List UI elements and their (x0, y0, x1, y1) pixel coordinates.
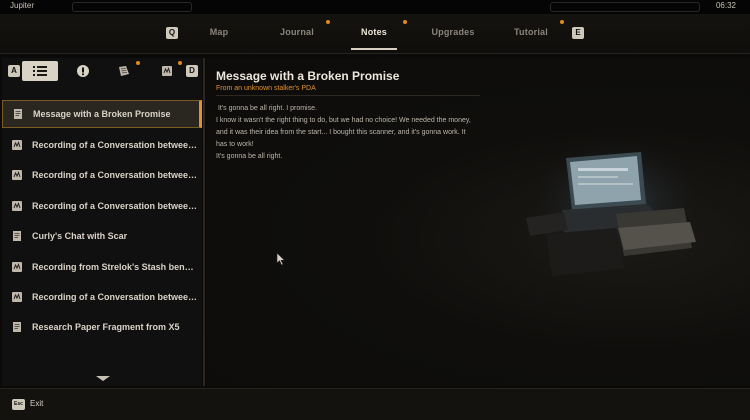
bottom-bar: Esc Exit (0, 388, 750, 420)
notes-list-panel: A D Message with a Broken Promise Record… (2, 58, 202, 386)
location-label: Jupiter (10, 1, 35, 10)
note-icon (11, 107, 25, 121)
laptop-illustration (521, 138, 706, 278)
tab-map[interactable]: Map (210, 27, 229, 37)
note-item[interactable]: Research Paper Fragment from X5 (2, 313, 202, 341)
note-body-line: It's gonna be all right. (216, 153, 283, 160)
note-body: It's gonna be all right. I promise. I kn… (216, 103, 476, 163)
note-title: Message with a Broken Promise (216, 69, 400, 83)
note-body-line: I know it wasn't the right thing to do, … (216, 117, 471, 148)
note-item-label: Research Paper Fragment from X5 (32, 322, 180, 332)
filter-important-button[interactable] (65, 61, 101, 81)
tab-tutorial-notification-dot (560, 20, 564, 24)
note-detail-panel: Message with a Broken Promise From an un… (206, 58, 750, 386)
note-item-label: Recording of a Conversation between Faus… (32, 201, 198, 211)
scroll-down-arrow-icon[interactable] (96, 376, 110, 381)
note-item-label: Recording of a Conversation between Faus… (32, 170, 198, 180)
clock-label: 06:32 (715, 1, 736, 10)
filter-documents-notification-dot (136, 61, 140, 65)
panel-divider (203, 58, 205, 386)
note-item[interactable]: Recording of a Conversation between Faus… (2, 161, 202, 189)
next-tab-key[interactable]: E (572, 27, 584, 39)
title-divider (216, 95, 480, 96)
note-item-label: Message with a Broken Promise (33, 109, 171, 119)
pda-icon (10, 138, 24, 152)
filter-all-button[interactable] (22, 61, 58, 81)
note-item[interactable]: Recording of a Conversation between Prof… (2, 283, 202, 311)
pda-icon (10, 199, 24, 213)
note-body-line: It's gonna be all right. I promise. (216, 105, 317, 112)
note-item[interactable]: Recording of a Conversation between Faus… (2, 192, 202, 220)
pda-icon (162, 66, 172, 76)
note-item-label: Recording of a Conversation between Faus… (32, 140, 198, 150)
exit-button[interactable]: Exit (30, 399, 43, 408)
next-filter-key[interactable]: D (186, 65, 198, 77)
note-item[interactable]: Recording from Strelok's Stash beneath A… (2, 253, 202, 281)
status-decoration (550, 2, 700, 12)
tab-journal-notification-dot (326, 20, 330, 24)
tab-upgrades[interactable]: Upgrades (431, 27, 474, 37)
list-icon (33, 66, 47, 76)
note-item-label: Recording of a Conversation between Prof… (32, 292, 198, 302)
pda-icon (10, 168, 24, 182)
note-source: From an unknown stalker's PDA (216, 85, 316, 92)
tab-tutorial[interactable]: Tutorial (514, 27, 548, 37)
status-bar: Jupiter 06:32 (0, 0, 750, 14)
exclamation-icon (77, 65, 89, 77)
pda-icon (10, 260, 24, 274)
note-item[interactable]: Recording of a Conversation between Faus… (2, 131, 202, 159)
tab-notes[interactable]: Notes (350, 27, 398, 50)
top-navigation: Q Map Journal Notes Upgrades Tutorial E (0, 14, 750, 54)
prev-filter-key[interactable]: A (8, 65, 20, 77)
filter-bar: A D (2, 58, 202, 86)
filter-pda-notification-dot (178, 61, 182, 65)
mouse-cursor-icon (276, 252, 286, 266)
note-icon (10, 320, 24, 334)
document-icon (119, 66, 129, 76)
note-item-label: Curly's Chat with Scar (32, 231, 128, 241)
tab-journal[interactable]: Journal (280, 27, 314, 37)
note-item[interactable]: Curly's Chat with Scar (2, 222, 202, 250)
note-item-label: Recording from Strelok's Stash beneath A… (32, 262, 198, 272)
note-icon (10, 229, 24, 243)
prev-tab-key[interactable]: Q (166, 27, 178, 39)
tab-notes-notification-dot (403, 20, 407, 24)
pda-icon (10, 290, 24, 304)
note-item[interactable]: Message with a Broken Promise (2, 100, 202, 128)
status-decoration (72, 2, 192, 12)
exit-key[interactable]: Esc (12, 399, 25, 410)
